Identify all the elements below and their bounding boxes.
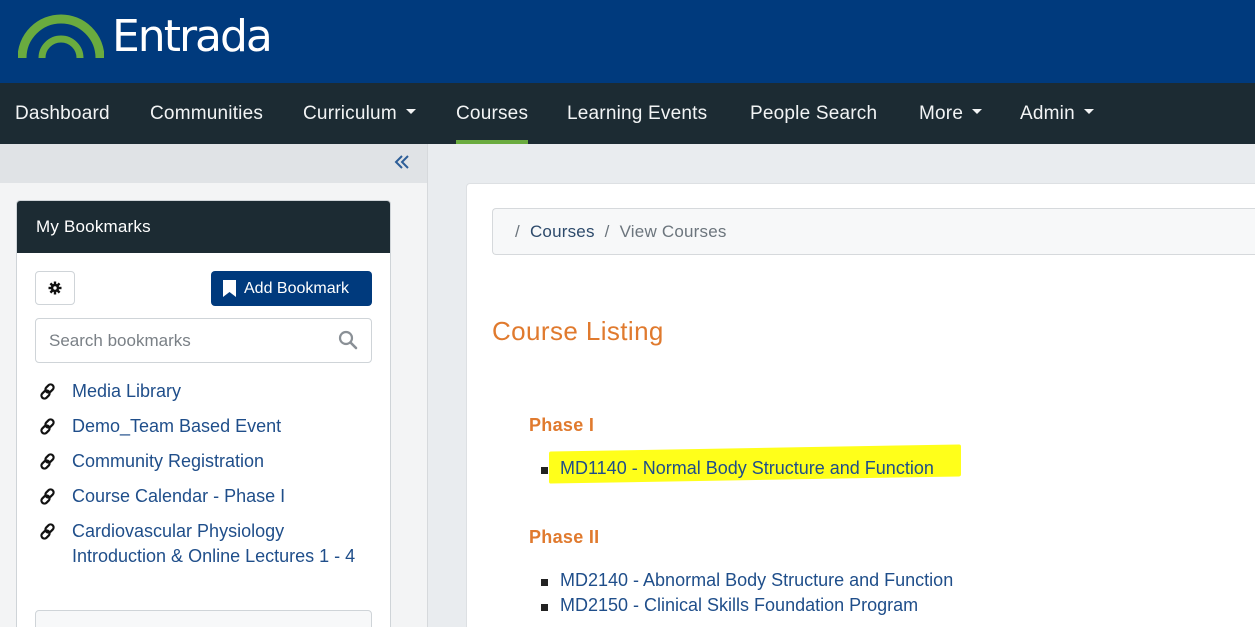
nav-courses[interactable]: Courses — [456, 83, 529, 144]
breadcrumb-separator: / — [604, 222, 610, 241]
phase-title: Phase II — [529, 527, 600, 547]
bookmark-item[interactable]: Community Registration — [35, 449, 375, 474]
entrada-logo[interactable] — [18, 12, 104, 62]
bookmark-item[interactable]: Media Library — [35, 379, 375, 404]
app-header: Entrada — [0, 0, 1255, 83]
sidebar: My Bookmarks Add Bookmark Search bookmar… — [0, 144, 428, 627]
bookmark-search — [35, 318, 372, 363]
phase-title: Phase I — [529, 415, 595, 435]
nav-dashboard[interactable]: Dashboard — [15, 83, 110, 144]
bookmark-list: Media Library Demo_Team Based Event Comm… — [35, 379, 375, 579]
nav-label: People Search — [750, 103, 878, 124]
main-nav: Dashboard Communities Curriculum Courses… — [0, 83, 1255, 144]
breadcrumb-courses[interactable]: Courses — [530, 222, 595, 241]
course-item[interactable]: MD1140 - Normal Body Structure and Funct… — [541, 456, 934, 481]
add-bookmark-label: Add Bookmark — [244, 279, 349, 297]
course-item[interactable]: MD2150 - Clinical Skills Foundation Prog… — [541, 593, 953, 618]
logo-arc-icon — [18, 14, 104, 59]
bookmark-label: Course Calendar - Phase I — [72, 486, 286, 506]
breadcrumb: / Courses / View Courses — [492, 208, 1255, 255]
nav-learning-events[interactable]: Learning Events — [567, 83, 707, 144]
course-list: MD2140 - Abnormal Body Structure and Fun… — [541, 568, 953, 618]
bookmarks-title: My Bookmarks — [17, 201, 390, 253]
main-content: / Courses / View Courses Course Listing — [466, 183, 1255, 627]
bookmark-icon — [223, 280, 236, 297]
nav-label: More — [919, 103, 964, 124]
caret-down-icon — [972, 109, 983, 115]
link-icon — [40, 488, 55, 505]
bookmark-item[interactable]: Demo_Team Based Event — [35, 414, 375, 439]
collapse-sidebar-icon[interactable] — [394, 150, 414, 174]
nav-curriculum[interactable]: Curriculum — [303, 83, 416, 144]
bookmark-search-input[interactable] — [36, 319, 326, 362]
nav-people-search[interactable]: People Search — [750, 83, 877, 144]
nav-label: Curriculum — [303, 103, 397, 124]
caret-down-icon — [405, 109, 416, 115]
link-icon — [40, 523, 55, 540]
nav-label: Dashboard — [15, 103, 110, 124]
bookmark-label: Community Registration — [72, 451, 265, 471]
breadcrumb-current: View Courses — [619, 222, 727, 241]
nav-more[interactable]: More — [919, 83, 983, 144]
nav-label: Learning Events — [567, 103, 708, 124]
nav-admin[interactable]: Admin — [1020, 83, 1094, 144]
link-icon — [40, 453, 55, 470]
page-title: Course Listing — [492, 316, 664, 346]
bookmark-settings-button[interactable] — [35, 271, 75, 305]
bookmark-label: Media Library — [72, 381, 182, 401]
nav-label: Admin — [1020, 103, 1075, 124]
nav-label: Courses — [456, 103, 529, 124]
link-icon — [40, 418, 55, 435]
add-bookmark-button[interactable]: Add Bookmark — [211, 271, 372, 306]
bookmarks-card: My Bookmarks Add Bookmark Search bookmar… — [16, 200, 391, 627]
brand-name: Entrada — [112, 11, 273, 62]
nav-communities[interactable]: Communities — [150, 83, 263, 144]
caret-down-icon — [1083, 109, 1094, 115]
course-item[interactable]: MD2140 - Abnormal Body Structure and Fun… — [541, 568, 953, 593]
bookmark-label: Cardiovascular Physiology Introduction &… — [72, 521, 356, 566]
bookmark-item[interactable]: Course Calendar - Phase I — [35, 484, 375, 509]
gear-icon — [48, 281, 62, 295]
bookmark-more-panel[interactable] — [35, 610, 372, 627]
sidebar-toolbar — [0, 144, 427, 183]
course-list: MD1140 - Normal Body Structure and Funct… — [541, 456, 934, 481]
bookmark-item[interactable]: Cardiovascular Physiology Introduction &… — [35, 519, 375, 569]
nav-label: Communities — [150, 103, 264, 124]
bookmark-label: Demo_Team Based Event — [72, 416, 282, 436]
link-icon — [40, 383, 55, 400]
breadcrumb-separator: / — [515, 222, 520, 241]
search-icon[interactable] — [338, 330, 358, 350]
